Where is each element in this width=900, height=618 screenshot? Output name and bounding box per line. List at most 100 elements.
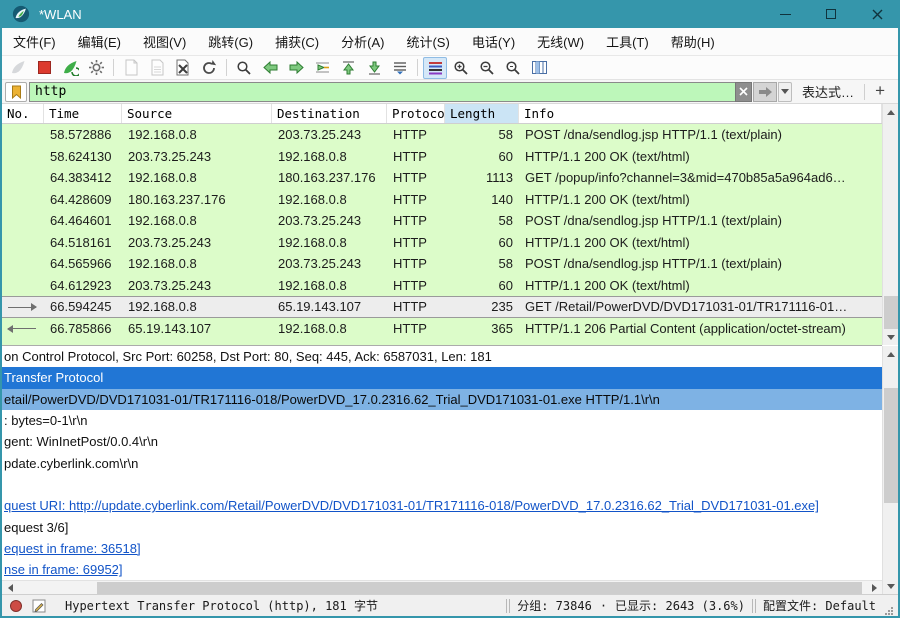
- detail-line-response-frame-link[interactable]: nse in frame: 69952]: [2, 559, 882, 580]
- open-file-icon[interactable]: [119, 57, 143, 79]
- auto-scroll-icon[interactable]: [388, 57, 412, 79]
- scroll-down-icon[interactable]: [883, 329, 899, 345]
- toolbar-separator: [417, 59, 418, 76]
- status-displayed-count: 已显示: 2643 (3.6%): [615, 599, 745, 613]
- cell-length: 235: [491, 299, 513, 315]
- detail-line-request-frame-link[interactable]: equest in frame: 36518]: [2, 538, 882, 559]
- detail-line-http-selected[interactable]: Transfer Protocol: [2, 367, 882, 389]
- menu-help[interactable]: 帮助(H): [660, 28, 726, 55]
- detail-line-full-uri-link[interactable]: quest URI: http://update.cyberlink.com/R…: [2, 495, 882, 516]
- cell-time: 58.624130: [50, 148, 112, 164]
- scroll-down-icon[interactable]: [883, 578, 899, 594]
- col-header-info[interactable]: Info: [519, 104, 882, 123]
- capture-options-icon[interactable]: [84, 57, 108, 79]
- restart-capture-icon[interactable]: [58, 57, 82, 79]
- col-header-destination[interactable]: Destination: [272, 104, 387, 123]
- packet-row[interactable]: 64.565966 192.168.0.8 203.73.25.243 HTTP…: [2, 253, 882, 275]
- menu-file[interactable]: 文件(F): [2, 28, 67, 55]
- status-dot: ·: [599, 598, 608, 613]
- display-filter-input[interactable]: [29, 81, 736, 102]
- packet-row[interactable]: 64.428609 180.163.237.176 192.168.0.8 HT…: [2, 188, 882, 210]
- menu-analyze[interactable]: 分析(A): [330, 28, 395, 55]
- cell-destination: 65.19.143.107: [278, 299, 362, 315]
- packet-list-scrollbar[interactable]: [882, 104, 898, 345]
- scrollbar-thumb[interactable]: [884, 388, 898, 503]
- menu-view[interactable]: 视图(V): [132, 28, 197, 55]
- cell-info: POST /dna/sendlog.jsp HTTP/1.1 (text/pla…: [525, 213, 782, 229]
- go-back-icon[interactable]: [258, 57, 282, 79]
- scrollbar-thumb[interactable]: [884, 296, 898, 329]
- detail-line-range[interactable]: : bytes=0-1\r\n: [2, 410, 882, 431]
- col-header-time[interactable]: Time: [44, 104, 122, 123]
- zoom-in-icon[interactable]: [449, 57, 473, 79]
- col-header-protocol[interactable]: Protocol: [387, 104, 445, 123]
- expression-button[interactable]: 表达式…: [792, 82, 864, 101]
- packet-row[interactable]: 64.612923 203.73.25.243 192.168.0.8 HTTP…: [2, 274, 882, 296]
- filter-history-dropdown[interactable]: [778, 81, 793, 102]
- zoom-original-icon[interactable]: [501, 57, 525, 79]
- packet-row[interactable]: 66.785866 65.19.143.107 192.168.0.8 HTTP…: [2, 317, 882, 339]
- colorize-icon[interactable]: [423, 56, 447, 79]
- detail-vertical-scrollbar[interactable]: [882, 346, 898, 594]
- cell-info: HTTP/1.1 200 OK (text/html): [525, 148, 690, 164]
- col-header-source[interactable]: Source: [122, 104, 272, 123]
- zoom-out-icon[interactable]: [475, 57, 499, 79]
- packet-row[interactable]: 64.464601 192.168.0.8 203.73.25.243 HTTP…: [2, 210, 882, 232]
- menu-go[interactable]: 跳转(G): [197, 28, 264, 55]
- cell-no: [2, 146, 44, 168]
- scroll-up-icon[interactable]: [883, 104, 899, 120]
- scroll-left-icon[interactable]: [2, 581, 18, 595]
- filter-clear-button[interactable]: [735, 81, 753, 102]
- filter-bookmark-button[interactable]: [5, 81, 27, 102]
- packet-row[interactable]: 64.518161 203.73.25.243 192.168.0.8 HTTP…: [2, 231, 882, 253]
- scrollbar-thumb[interactable]: [97, 582, 862, 594]
- go-forward-icon[interactable]: [284, 57, 308, 79]
- scroll-right-icon[interactable]: [866, 581, 882, 595]
- packet-row-selected[interactable]: 66.594245 192.168.0.8 65.19.143.107 HTTP…: [2, 296, 882, 318]
- menu-tools[interactable]: 工具(T): [595, 28, 660, 55]
- cell-no: [2, 210, 44, 232]
- add-filter-button[interactable]: +: [865, 81, 895, 103]
- find-packet-icon[interactable]: [232, 57, 256, 79]
- packet-row[interactable]: 64.383412 192.168.0.8 180.163.237.176 HT…: [2, 167, 882, 189]
- packet-row[interactable]: 58.624130 203.73.25.243 192.168.0.8 HTTP…: [2, 145, 882, 168]
- cell-destination: 192.168.0.8: [278, 320, 347, 336]
- filter-apply-button[interactable]: [753, 81, 778, 102]
- menu-edit[interactable]: 编辑(E): [67, 28, 132, 55]
- detail-line-tcp[interactable]: on Control Protocol, Src Port: 60258, Ds…: [2, 346, 882, 367]
- toolbar-separator: [226, 59, 227, 76]
- save-file-icon[interactable]: [145, 57, 169, 79]
- go-to-packet-icon[interactable]: [310, 57, 334, 79]
- resize-grip-icon[interactable]: [884, 606, 894, 616]
- resize-columns-icon[interactable]: [527, 57, 551, 79]
- expert-info-icon[interactable]: [10, 599, 22, 612]
- go-first-icon[interactable]: [336, 57, 360, 79]
- stop-capture-icon[interactable]: [32, 57, 56, 79]
- scroll-up-icon[interactable]: [883, 346, 899, 362]
- go-last-icon[interactable]: [362, 57, 386, 79]
- detail-horizontal-scrollbar[interactable]: [2, 580, 882, 594]
- close-file-icon[interactable]: [171, 57, 195, 79]
- status-profile[interactable]: 配置文件: Default: [763, 597, 876, 614]
- cell-source: 180.163.237.176: [128, 191, 226, 207]
- start-capture-icon[interactable]: [6, 57, 30, 79]
- cell-length: 60: [498, 277, 513, 293]
- cell-length: 60: [498, 148, 513, 164]
- maximize-button[interactable]: [808, 0, 854, 28]
- menu-telephony[interactable]: 电话(Y): [461, 28, 526, 55]
- detail-line-request-number[interactable]: equest 3/6]: [2, 516, 882, 537]
- menu-statistics[interactable]: 统计(S): [395, 28, 460, 55]
- menu-capture[interactable]: 捕获(C): [264, 28, 330, 55]
- menu-wireless[interactable]: 无线(W): [526, 28, 595, 55]
- capture-comment-icon[interactable]: [31, 598, 47, 614]
- minimize-button[interactable]: [762, 0, 808, 28]
- detail-line-blank[interactable]: [2, 474, 882, 495]
- detail-line-useragent[interactable]: gent: WinInetPost/0.0.4\r\n: [2, 431, 882, 452]
- detail-line-request[interactable]: etail/PowerDVD/DVD171031-01/TR171116-018…: [2, 388, 882, 410]
- reload-file-icon[interactable]: [197, 57, 221, 79]
- packet-row[interactable]: 58.572886 192.168.0.8 203.73.25.243 HTTP…: [2, 124, 882, 146]
- detail-line-host[interactable]: pdate.cyberlink.com\r\n: [2, 452, 882, 473]
- close-button[interactable]: [854, 0, 900, 28]
- col-header-length[interactable]: Length: [445, 104, 519, 123]
- col-header-no[interactable]: No.: [2, 104, 44, 123]
